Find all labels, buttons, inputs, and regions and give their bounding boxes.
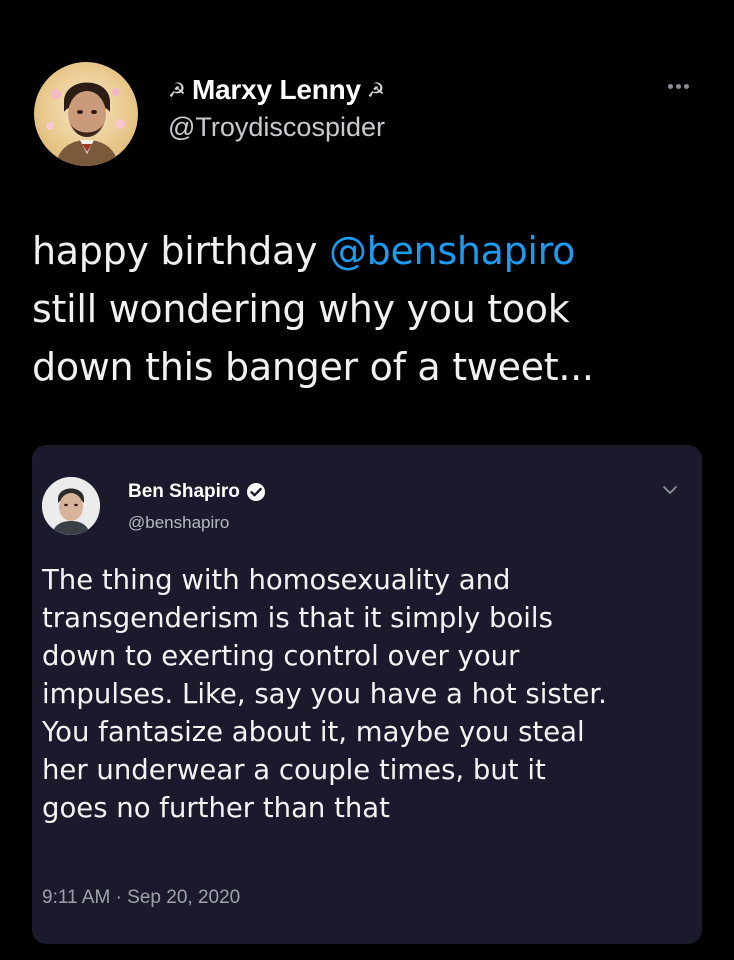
quoted-tweet-text: The thing with homosexuality and transge… — [42, 561, 692, 827]
author-avatar[interactable] — [34, 62, 138, 166]
author-name-row[interactable]: ☭ Marxy Lenny ☭ — [168, 72, 385, 108]
ellipsis-icon[interactable] — [668, 80, 700, 92]
quoted-line: impulses. Like, say you have a hot siste… — [42, 678, 607, 710]
quoted-line: You fantasize about it, maybe you steal — [42, 716, 585, 748]
quoted-line: her underwear a couple times, but it — [42, 754, 546, 786]
tweet-text: happy birthday @benshapiro still wonderi… — [32, 222, 712, 396]
tweet-line-1-text: happy birthday — [32, 229, 329, 273]
hammer-sickle-icon: ☭ — [168, 78, 186, 102]
tweet-line-3: down this banger of a tweet... — [32, 345, 594, 389]
author-display-name[interactable]: Marxy Lenny — [192, 74, 361, 106]
tweet-line-2: still wondering why you took — [32, 287, 570, 331]
quoted-author-avatar[interactable] — [42, 477, 100, 535]
quoted-display-name[interactable]: Ben Shapiro — [128, 481, 240, 503]
quoted-line: goes no further than that — [42, 792, 390, 824]
quoted-tweet-card[interactable]: Ben Shapiro @benshapiro The thing with h… — [32, 445, 702, 944]
hammer-sickle-icon: ☭ — [366, 78, 385, 102]
portrait-avatar-icon — [46, 82, 125, 166]
tweet: ☭ Marxy Lenny ☭ @Troydiscospider happy b… — [0, 0, 734, 960]
quoted-handle[interactable]: @benshapiro — [128, 513, 229, 533]
quoted-line: transgenderism is that it simply boils — [42, 602, 553, 634]
tweet-line-1: happy birthday @benshapiro — [32, 222, 712, 280]
quoted-line: down to exerting control over your — [42, 640, 520, 672]
quoted-line: The thing with homosexuality and — [42, 564, 511, 596]
mention-link[interactable]: @benshapiro — [329, 229, 575, 273]
quoted-name-row[interactable]: Ben Shapiro — [128, 481, 266, 503]
chevron-down-icon[interactable] — [662, 485, 678, 495]
verified-badge-icon — [246, 483, 265, 501]
author-handle[interactable]: @Troydiscospider — [168, 112, 385, 143]
ellipsis-dot — [668, 83, 673, 89]
quoted-avatar-portrait-icon — [42, 477, 100, 535]
quoted-timestamp[interactable]: 9:11 AM · Sep 20, 2020 — [42, 887, 240, 909]
ellipsis-dot — [676, 83, 681, 89]
ellipsis-dot — [684, 83, 689, 89]
